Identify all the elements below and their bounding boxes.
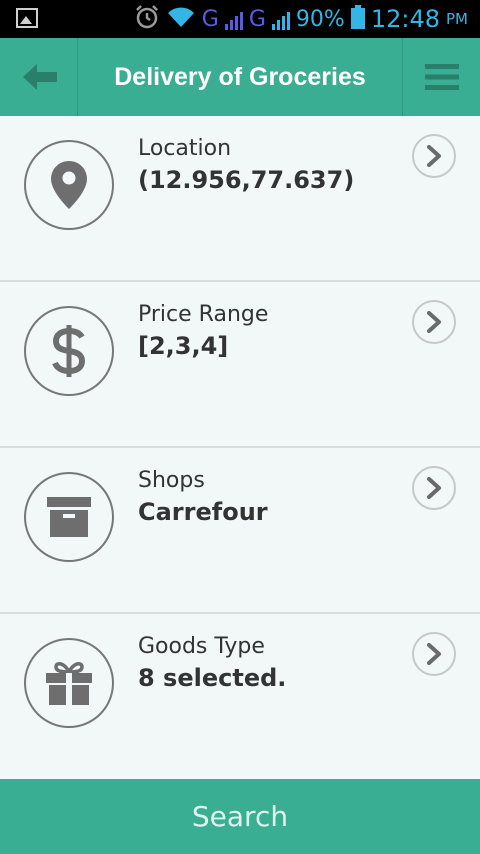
app-header: Delivery of Groceries <box>0 38 480 116</box>
clock: 12:48 <box>370 5 440 33</box>
filter-value: (12.956,77.637) <box>138 166 355 194</box>
status-icons: G G 90% 12:48 PM <box>134 0 480 38</box>
shops-icon-circle <box>24 472 114 562</box>
clock-ampm: PM <box>446 10 468 28</box>
chevron-right-icon <box>427 477 441 499</box>
price-icon-circle <box>24 306 114 396</box>
chevron-right-button[interactable] <box>412 134 456 178</box>
gift-icon <box>46 662 92 705</box>
dollar-icon <box>52 325 86 377</box>
page-title: Delivery of Groceries <box>114 62 366 91</box>
chevron-right-button[interactable] <box>412 632 456 676</box>
chevron-right-icon <box>427 145 441 167</box>
filter-label: Shops <box>138 468 205 493</box>
filter-label: Location <box>138 136 232 161</box>
image-icon <box>16 8 38 28</box>
map-pin-icon <box>51 161 87 209</box>
search-button[interactable]: Search <box>0 779 480 854</box>
signal-icon <box>224 8 243 30</box>
battery-icon <box>350 5 365 33</box>
filter-row-location[interactable]: Location (12.956,77.637) <box>0 116 480 282</box>
goods-icon-circle <box>24 638 114 728</box>
filter-value: [2,3,4] <box>138 332 229 360</box>
chevron-right-icon <box>427 643 441 665</box>
filter-label: Price Range <box>138 302 269 327</box>
menu-button[interactable] <box>402 38 480 116</box>
signal-icon <box>271 8 290 30</box>
filter-row-goods-type[interactable]: Goods Type 8 selected. <box>0 614 480 779</box>
filter-label: Goods Type <box>138 634 265 659</box>
archive-box-icon <box>47 497 91 537</box>
chevron-right-icon <box>427 311 441 333</box>
status-bar: G G 90% 12:48 PM <box>0 0 480 38</box>
wifi-icon <box>166 5 196 33</box>
chevron-right-button[interactable] <box>412 466 456 510</box>
alarm-icon <box>134 4 160 34</box>
filter-value: 8 selected. <box>138 664 287 692</box>
network-type-1: G <box>201 6 219 32</box>
location-icon-circle <box>24 140 114 230</box>
filter-row-shops[interactable]: Shops Carrefour <box>0 448 480 614</box>
hamburger-menu-icon <box>424 64 459 90</box>
battery-percent: 90% <box>295 6 345 32</box>
filter-value: Carrefour <box>138 498 268 526</box>
chevron-right-button[interactable] <box>412 300 456 344</box>
filter-row-price-range[interactable]: Price Range [2,3,4] <box>0 282 480 448</box>
arrow-left-icon <box>22 64 57 90</box>
back-button[interactable] <box>0 38 78 116</box>
network-type-2: G <box>248 6 266 32</box>
